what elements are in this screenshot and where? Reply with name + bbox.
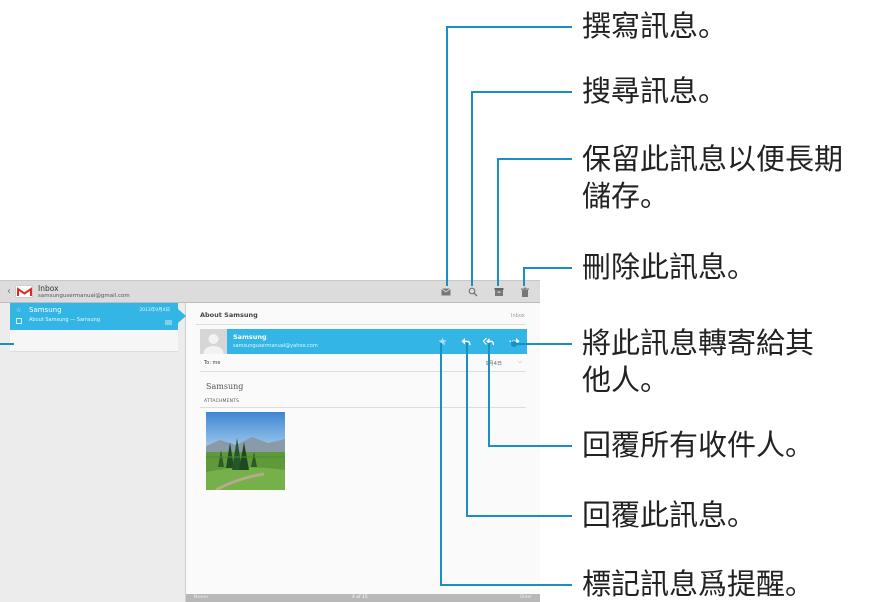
- account-email: samsungusermanual@gmail.com: [38, 293, 130, 299]
- callout-line: [466, 343, 468, 517]
- callout-search: 搜尋訊息。: [582, 74, 728, 108]
- list-item-selected[interactable]: ☆ Samsung About Samsung — Samsung 2013年9…: [10, 303, 186, 330]
- action-bar: ‹ Inbox samsungusermanual@gmail.com: [0, 281, 540, 303]
- callout-forward-line2: 他人。: [582, 363, 670, 397]
- label-icon: [165, 320, 172, 325]
- compose-icon[interactable]: [439, 285, 453, 299]
- avatar: [200, 329, 227, 354]
- callout-forward-line1: 將此訊息轉寄給其: [582, 326, 815, 360]
- callout-line: [440, 343, 442, 586]
- callout-archive-line1: 保留此訊息以便長期: [582, 142, 844, 176]
- row-checkbox[interactable]: [16, 318, 22, 324]
- inbox-title: Inbox: [38, 284, 59, 293]
- callout-line: [523, 267, 572, 269]
- message-body: Samsung: [206, 382, 244, 391]
- trash-icon[interactable]: [518, 285, 532, 299]
- folder-label[interactable]: Inbox: [511, 313, 525, 319]
- callout-archive-line2: 儲存。: [582, 179, 670, 213]
- search-icon[interactable]: [466, 285, 480, 299]
- callout-compose: 撰寫訊息。: [582, 9, 728, 43]
- gmail-logo-icon[interactable]: [15, 285, 33, 298]
- callout-line: [446, 26, 572, 28]
- callout-line: [0, 343, 14, 345]
- sender-bar: Samsung samsungusermanual@yahoo.com: [227, 329, 527, 354]
- callout-line: [523, 267, 525, 286]
- sender-email: samsungusermanual@yahoo.com: [233, 343, 318, 349]
- list-item-sender: Samsung: [29, 306, 62, 314]
- callout-line: [497, 158, 499, 286]
- gmail-screenshot: ‹ Inbox samsungusermanual@gmail.com ☆ Sa…: [0, 280, 540, 602]
- archive-icon[interactable]: [492, 285, 506, 299]
- callout-line: [514, 343, 572, 345]
- back-arrow-icon[interactable]: ‹: [7, 286, 11, 297]
- divider: [200, 407, 526, 408]
- list-item[interactable]: [10, 330, 178, 352]
- newer-button[interactable]: Newer: [194, 595, 208, 600]
- callout-reply-all: 回覆所有收件人。: [582, 428, 815, 462]
- attachment-thumbnail[interactable]: [206, 412, 285, 490]
- divider: [196, 324, 526, 325]
- star-icon[interactable]: [436, 335, 448, 347]
- callout-line: [488, 445, 572, 447]
- callout-line: [471, 91, 572, 93]
- callout-delete: 刪除此訊息。: [582, 250, 757, 284]
- callout-line: [440, 584, 572, 586]
- list-item-snippet: About Samsung — Samsung: [29, 317, 101, 323]
- callout-line: [446, 26, 448, 286]
- callout-line: [488, 343, 490, 447]
- message-pane: About Samsung Inbox Samsung samsunguserm…: [186, 303, 540, 602]
- message-list: ☆ Samsung About Samsung — Samsung 2013年9…: [0, 303, 186, 602]
- callout-dot: [511, 341, 517, 347]
- sender-name: Samsung: [233, 333, 267, 341]
- list-item-date: 2013年9月4日: [139, 308, 170, 313]
- status-bar: Newer 4 of 15 Older: [186, 594, 540, 602]
- message-subject: About Samsung: [200, 311, 258, 319]
- callout-star: 標記訊息爲提醒。: [582, 567, 815, 601]
- recipient-row[interactable]: To: me 9月4日 ⌵: [200, 356, 526, 372]
- callout-reply: 回覆此訊息。: [582, 498, 757, 532]
- older-button[interactable]: Older: [520, 595, 532, 600]
- callout-line: [471, 91, 473, 286]
- attachments-heading: ATTACHMENTS: [204, 399, 240, 404]
- star-outline-icon[interactable]: ☆: [16, 307, 21, 314]
- recipient-text: To: me: [204, 360, 221, 366]
- callout-line: [466, 515, 572, 517]
- message-position: 4 of 15: [352, 595, 368, 600]
- chevron-down-icon[interactable]: ⌵: [517, 358, 522, 366]
- callout-line: [497, 158, 572, 160]
